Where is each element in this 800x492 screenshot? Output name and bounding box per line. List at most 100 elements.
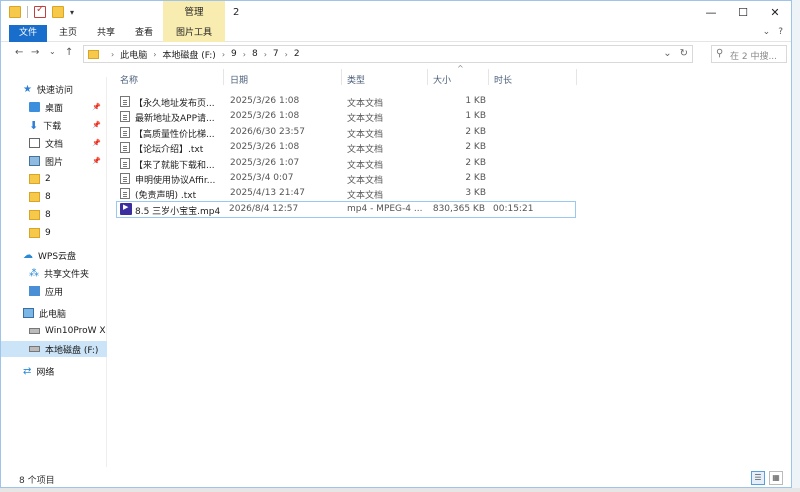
sidebar-item-wps-cloud[interactable]: ☁ WPS云盘 [1,247,107,263]
sidebar-item-shared-folder[interactable]: ⁂ 共享文件夹 [1,265,107,281]
file-row[interactable]: 【高质量性价比梯... 2026/6/30 23:57 文本文档 2 KB [116,125,576,140]
breadcrumb-drive-f[interactable]: 本地磁盘 (F:) [162,48,215,61]
breadcrumb-folder-9[interactable]: 9 [231,49,237,59]
sidebar-item-network[interactable]: ⇄ 网络 [1,363,107,379]
sidebar-item-label: 网络 [36,367,55,378]
column-divider[interactable] [488,69,489,85]
column-divider[interactable] [341,69,342,85]
file-name: 8.5 三岁小宝宝.mp4 [135,207,221,217]
sidebar-item-folder-9[interactable]: 9 [1,225,107,241]
breadcrumb-folder-2[interactable]: 2 [294,49,300,59]
column-divider[interactable] [223,69,224,85]
file-row-selected[interactable]: 8.5 三岁小宝宝.mp4 2026/8/4 12:57 mp4 - MPEG-… [116,201,576,218]
column-header-length[interactable]: 时长 [494,73,512,86]
sidebar-item-label: 桌面 [45,103,64,114]
pin-icon[interactable]: 📌 [92,157,101,165]
column-header-name[interactable]: 名称 [120,73,138,86]
tab-view[interactable]: 查看 [129,25,159,42]
sidebar-item-drive-f[interactable]: 本地磁盘 (F:) [1,341,107,357]
breadcrumb-folder-7[interactable]: 7 [273,49,279,59]
address-controls: ⌄ ↻ [663,48,688,59]
column-header-size[interactable]: 大小 [433,73,451,86]
search-input[interactable]: ⚲ 在 2 中搜... [711,45,787,63]
tab-file[interactable]: 文件 [9,25,47,42]
expand-ribbon-icon[interactable]: ⌄ [763,27,771,37]
close-button[interactable]: ✕ [759,1,791,25]
sidebar-item-this-pc[interactable]: 此电脑 [1,305,107,321]
sidebar-item-label: 文档 [45,139,64,150]
new-folder-icon[interactable] [52,6,64,18]
sidebar-item-folder-8[interactable]: 8 [1,189,107,205]
sidebar-item-label: 共享文件夹 [44,269,90,280]
file-size: 1 KB [465,111,486,121]
sidebar-item-label: 本地磁盘 (F:) [45,345,99,356]
file-row[interactable]: 【永久地址发布页... 2025/3/26 1:08 文本文档 1 KB [116,94,576,109]
sidebar-item-downloads[interactable]: ⬇ 下载 📌 [1,117,107,133]
breadcrumb-separator[interactable]: › [153,50,156,59]
text-file-icon [120,142,130,153]
column-divider[interactable] [427,69,428,85]
text-file-icon [120,96,130,107]
tab-home[interactable]: 主页 [53,25,83,42]
column-divider[interactable] [576,69,577,85]
column-header-type[interactable]: 类型 [347,73,365,86]
file-type: 文本文档 [347,145,384,155]
file-row[interactable]: 【来了就能下载和... 2025/3/26 1:07 文本文档 2 KB [116,156,576,171]
help-icon[interactable]: ? [778,27,783,37]
maximize-button[interactable]: ☐ [727,1,759,25]
search-icon: ⚲ [716,48,724,59]
large-icons-view-icon[interactable]: ▦ [769,471,783,485]
file-size: 830,365 KB [432,204,485,214]
sidebar-item-documents[interactable]: 文档 📌 [1,135,107,151]
file-row[interactable]: (免责声明) .txt 2025/4/13 21:47 文本文档 3 KB [116,186,576,201]
window-controls: — ☐ ✕ [695,1,791,25]
sidebar-item-folder-2[interactable]: 2 [1,171,107,187]
breadcrumb-separator: › [111,49,115,59]
breadcrumb-this-pc[interactable]: 此电脑 [120,48,147,61]
properties-icon[interactable] [34,4,46,18]
column-header-date[interactable]: 日期 [230,73,248,86]
breadcrumb-separator[interactable]: › [264,50,267,59]
refresh-icon[interactable]: ↻ [680,48,688,59]
forward-arrow-icon[interactable]: → [31,47,39,58]
sidebar-item-quick-access[interactable]: ★ 快速访问 [1,81,107,97]
status-bar: 8 个项目 ☰ ▦ [1,471,791,487]
sidebar-item-folder-8b[interactable]: 8 [1,207,107,223]
sidebar-item-label: 此电脑 [39,309,67,320]
file-date: 2026/6/30 23:57 [230,127,305,137]
file-date: 2025/3/26 1:08 [230,142,300,152]
computer-icon [23,308,34,318]
breadcrumb-separator[interactable]: › [285,50,288,59]
pin-icon[interactable]: 📌 [92,139,101,147]
sidebar-item-drive-c[interactable]: Win10ProW X [1,323,107,339]
file-length: 00:15:21 [493,204,534,214]
customize-toolbar-icon[interactable]: ▾ [70,8,74,17]
breadcrumb-separator[interactable]: › [243,50,246,59]
file-size: 2 KB [465,127,486,137]
file-row[interactable]: 最新地址及APP请... 2025/3/26 1:08 文本文档 1 KB [116,109,576,124]
breadcrumb-folder-8[interactable]: 8 [252,49,258,59]
drive-icon [29,346,40,352]
pin-icon[interactable]: 📌 [92,121,101,129]
address-dropdown-icon[interactable]: ⌄ [663,48,671,59]
tab-picture-tools[interactable]: 图片工具 [163,25,225,42]
pin-icon[interactable]: 📌 [92,103,101,111]
desktop-icon [29,102,40,112]
file-row[interactable]: 【论坛介绍】.txt 2025/3/26 1:08 文本文档 2 KB [116,140,576,155]
sidebar-item-label: 9 [45,228,51,238]
tab-manage[interactable]: 管理 [163,1,225,25]
minimize-button[interactable]: — [695,1,727,25]
sidebar-item-pictures[interactable]: 图片 📌 [1,153,107,169]
back-arrow-icon[interactable]: ← [15,47,23,58]
tab-share[interactable]: 共享 [91,25,121,42]
recent-locations-icon[interactable]: ⌄ [49,47,56,56]
address-bar[interactable]: › 此电脑 › 本地磁盘 (F:) › 9 › 8 › 7 › 2 ⌄ ↻ [83,45,693,63]
sidebar-item-apps[interactable]: 应用 [1,283,107,299]
breadcrumb-separator[interactable]: › [222,50,225,59]
up-arrow-icon[interactable]: ↑ [65,47,73,58]
sidebar-item-desktop[interactable]: 桌面 📌 [1,99,107,115]
file-row[interactable]: 申明使用协议Affir... 2025/3/4 0:07 文本文档 2 KB [116,171,576,186]
video-file-icon [120,203,132,215]
details-view-icon[interactable]: ☰ [751,471,765,485]
sidebar-item-label: Win10ProW X [45,326,106,336]
